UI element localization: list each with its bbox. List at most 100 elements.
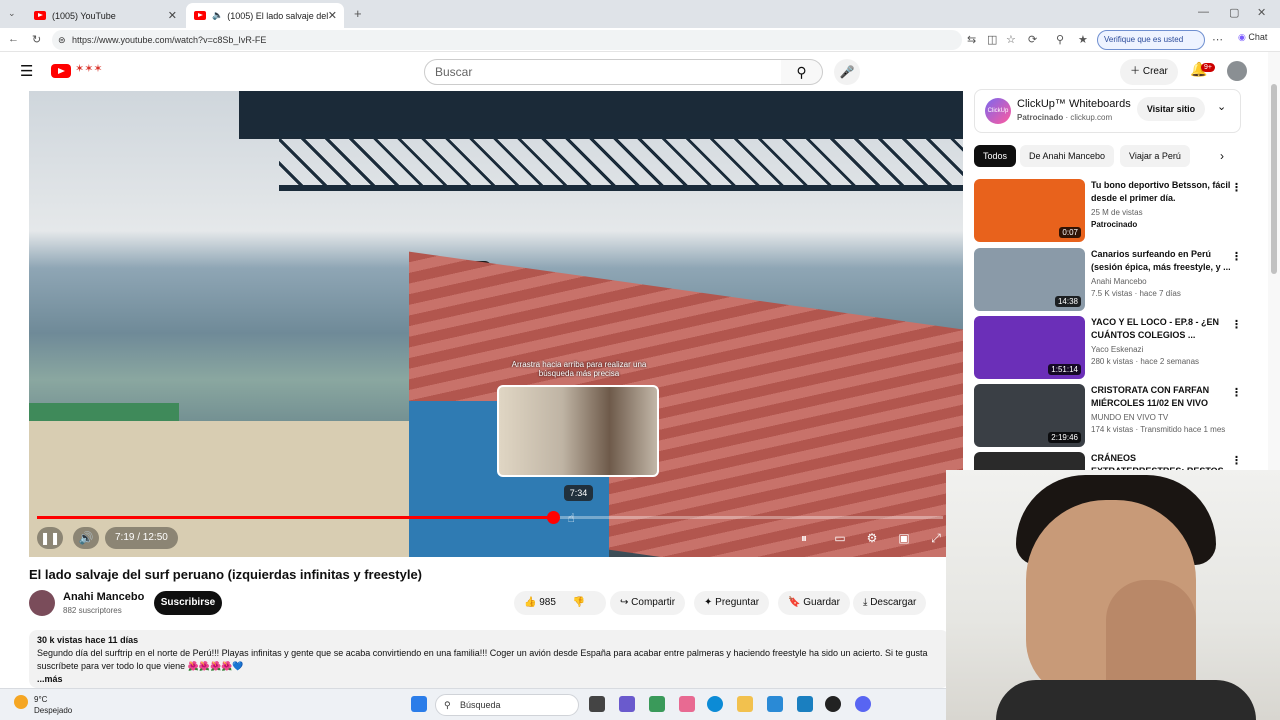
video-duration: 1:51:14 <box>1048 364 1081 375</box>
dislike-button[interactable]: 👎 <box>573 597 585 608</box>
close-tab-icon[interactable]: ✕ <box>328 9 337 22</box>
chevron-down-icon[interactable]: ⌄ <box>1217 100 1226 113</box>
channel-avatar[interactable] <box>29 590 55 616</box>
copilot-chat-button[interactable]: ◉ Chat <box>1238 32 1267 43</box>
more-options-icon[interactable]: ⋮ <box>1231 318 1242 331</box>
more-menu-icon[interactable]: ⋯ <box>1212 33 1223 46</box>
chip-channel[interactable]: De Anahi Mancebo <box>1020 145 1115 167</box>
site-info-icon[interactable]: ⊜ <box>58 30 66 50</box>
windows-start-icon[interactable] <box>411 696 427 712</box>
weather-sun-icon[interactable] <box>14 695 28 709</box>
share-button[interactable]: ↪ Compartir <box>610 591 686 615</box>
minimize-icon[interactable]: — <box>1198 6 1209 18</box>
weather-widget[interactable]: 9°C Despejado <box>34 694 72 716</box>
youtube-header: ☰ ✶✶✶ Buscar ⚲ 🎤 ＋ Crear 🔔 9+ <box>0 52 1268 90</box>
video-thumbnail[interactable]: 0:07 <box>974 179 1085 242</box>
taskbar-search-field[interactable]: ⚲ Búsqueda <box>435 694 579 716</box>
video-title: El lado salvaje del surf peruano (izquie… <box>29 567 423 582</box>
volume-button[interactable]: 🔊 <box>73 527 99 549</box>
search-button[interactable]: ⚲ <box>781 59 823 85</box>
video-card-title[interactable]: YACO Y EL LOCO - EP.8 - ¿EN CUÁNTOS COLE… <box>1091 316 1231 342</box>
chip-peru[interactable]: Viajar a Perú <box>1120 145 1190 167</box>
subscribe-button[interactable]: Suscribirse <box>154 591 222 615</box>
photos-icon[interactable] <box>679 696 695 712</box>
autoplay-toggle[interactable]: ⏸ <box>793 527 815 549</box>
file-explorer-icon[interactable] <box>737 696 753 712</box>
favorites-icon[interactable]: ★ <box>1078 33 1088 46</box>
more-options-icon[interactable]: ⋮ <box>1231 454 1242 467</box>
weather-temp: 9°C <box>34 695 48 704</box>
reload-icon[interactable]: ↻ <box>32 33 41 46</box>
back-icon[interactable]: ← <box>8 33 19 45</box>
more-options-icon[interactable]: ⋮ <box>1231 181 1242 194</box>
copilot-icon[interactable] <box>619 696 635 712</box>
task-view-icon[interactable] <box>589 696 605 712</box>
mail-icon[interactable] <box>797 696 813 712</box>
recommended-video-card[interactable]: 2:19:46 CRISTORATA CON FARFAN MIÉRCOLES 1… <box>974 384 1254 447</box>
extensions-icon[interactable]: ⚲ <box>1056 33 1064 46</box>
youtube-logo-icon[interactable] <box>51 64 71 78</box>
voice-search-button[interactable]: 🎤 <box>834 59 860 85</box>
theater-mode-button[interactable]: ▣ <box>893 527 915 549</box>
drag-search-hint: Arrastra hacia arriba para realizar una … <box>499 360 659 378</box>
discord-icon[interactable] <box>855 696 871 712</box>
recommended-video-card[interactable]: 1:51:14 YACO Y EL LOCO - EP.8 - ¿EN CUÁNT… <box>974 316 1254 379</box>
seek-preview-time: 7:34 <box>564 485 593 501</box>
sponsored-ad-card[interactable]: ClickUp ClickUp™ Whiteboards Patrocinado… <box>974 89 1241 133</box>
subtitles-button[interactable]: ▭ <box>829 527 851 549</box>
download-button[interactable]: ⤓ Descargar <box>853 591 927 615</box>
edge-browser-icon[interactable] <box>707 696 723 712</box>
app-icon[interactable] <box>649 696 665 712</box>
like-button[interactable]: 👍 985 <box>524 597 556 608</box>
tab-video[interactable]: 🔈 (1005) El lado salvaje del surf ✕ <box>186 3 344 28</box>
maximize-icon[interactable]: ▢ <box>1229 6 1239 19</box>
video-thumbnail[interactable]: 1:51:14 <box>974 316 1085 379</box>
close-tab-icon[interactable]: ✕ <box>168 9 177 22</box>
tab-list-icon[interactable]: ⌄ <box>8 8 16 19</box>
settings-button[interactable]: ⚙ <box>861 527 883 549</box>
more-options-icon[interactable]: ⋮ <box>1231 386 1242 399</box>
visit-site-button[interactable]: Visitar sitio <box>1137 97 1205 121</box>
create-button[interactable]: ＋ Crear <box>1120 59 1178 85</box>
recommended-video-card[interactable]: 0:07 Tu bono deportivo Betsson, fácil des… <box>974 179 1254 242</box>
channel-name[interactable]: Anahi Mancebo <box>63 591 144 603</box>
app-icon[interactable] <box>825 696 841 712</box>
video-player[interactable]: Arrastra hacia arriba para realizar una … <box>29 91 963 557</box>
gear-icon: ⚙ <box>866 531 878 545</box>
close-window-icon[interactable]: ✕ <box>1257 6 1266 19</box>
refresh-icon[interactable]: ⟳ <box>1028 33 1037 46</box>
video-card-title[interactable]: CRISTORATA CON FARFAN MIÉRCOLES 11/02 EN… <box>1091 384 1231 410</box>
recommended-video-card[interactable]: 14:38 Canarios surfeando en Perú (sesión … <box>974 248 1254 311</box>
video-duration: 2:19:46 <box>1048 432 1081 443</box>
tab-youtube-home[interactable]: (1005) YouTube ✕ <box>26 3 184 28</box>
favorite-star-icon[interactable]: ☆ <box>1006 33 1016 46</box>
description-box[interactable]: 30 k vistas hace 11 días Segundo día del… <box>29 630 949 688</box>
progress-bar[interactable] <box>37 511 943 524</box>
doodle-logo-icon[interactable]: ✶✶✶ <box>75 62 103 75</box>
scrollbar-thumb[interactable] <box>1271 84 1277 274</box>
account-avatar[interactable] <box>1227 61 1247 81</box>
translate-icon[interactable]: ⇆ <box>967 33 976 46</box>
video-thumbnail[interactable]: 2:19:46 <box>974 384 1085 447</box>
search-input[interactable]: Buscar <box>424 59 782 85</box>
video-card-title[interactable]: Tu bono deportivo Betsson, fácil desde e… <box>1091 179 1231 205</box>
more-options-icon[interactable]: ⋮ <box>1231 250 1242 263</box>
hamburger-menu-icon[interactable]: ☰ <box>20 62 33 80</box>
video-card-meta: MUNDO EN VIVO TV <box>1091 413 1169 422</box>
page-scrollbar[interactable] <box>1268 52 1280 470</box>
save-button[interactable]: 🔖 Guardar <box>778 591 850 615</box>
split-screen-icon[interactable]: ◫ <box>987 33 997 46</box>
pause-button[interactable]: ❚❚ <box>37 527 63 549</box>
verify-button[interactable]: Verifique que es usted <box>1097 30 1205 50</box>
store-icon[interactable] <box>767 696 783 712</box>
show-more-link[interactable]: ...más <box>37 674 63 684</box>
chevron-right-icon[interactable]: › <box>1220 149 1224 163</box>
url-field[interactable]: ⊜ https://www.youtube.com/watch?v=c8Sb_I… <box>52 30 962 50</box>
fullscreen-button[interactable]: ⤢ <box>925 527 947 549</box>
youtube-favicon-icon <box>34 11 46 20</box>
new-tab-icon[interactable]: + <box>354 6 362 21</box>
chip-all[interactable]: Todos <box>974 145 1017 167</box>
video-thumbnail[interactable]: 14:38 <box>974 248 1085 311</box>
ask-button[interactable]: ✦ Preguntar <box>694 591 770 615</box>
video-card-title[interactable]: Canarios surfeando en Perú (sesión épica… <box>1091 248 1231 274</box>
